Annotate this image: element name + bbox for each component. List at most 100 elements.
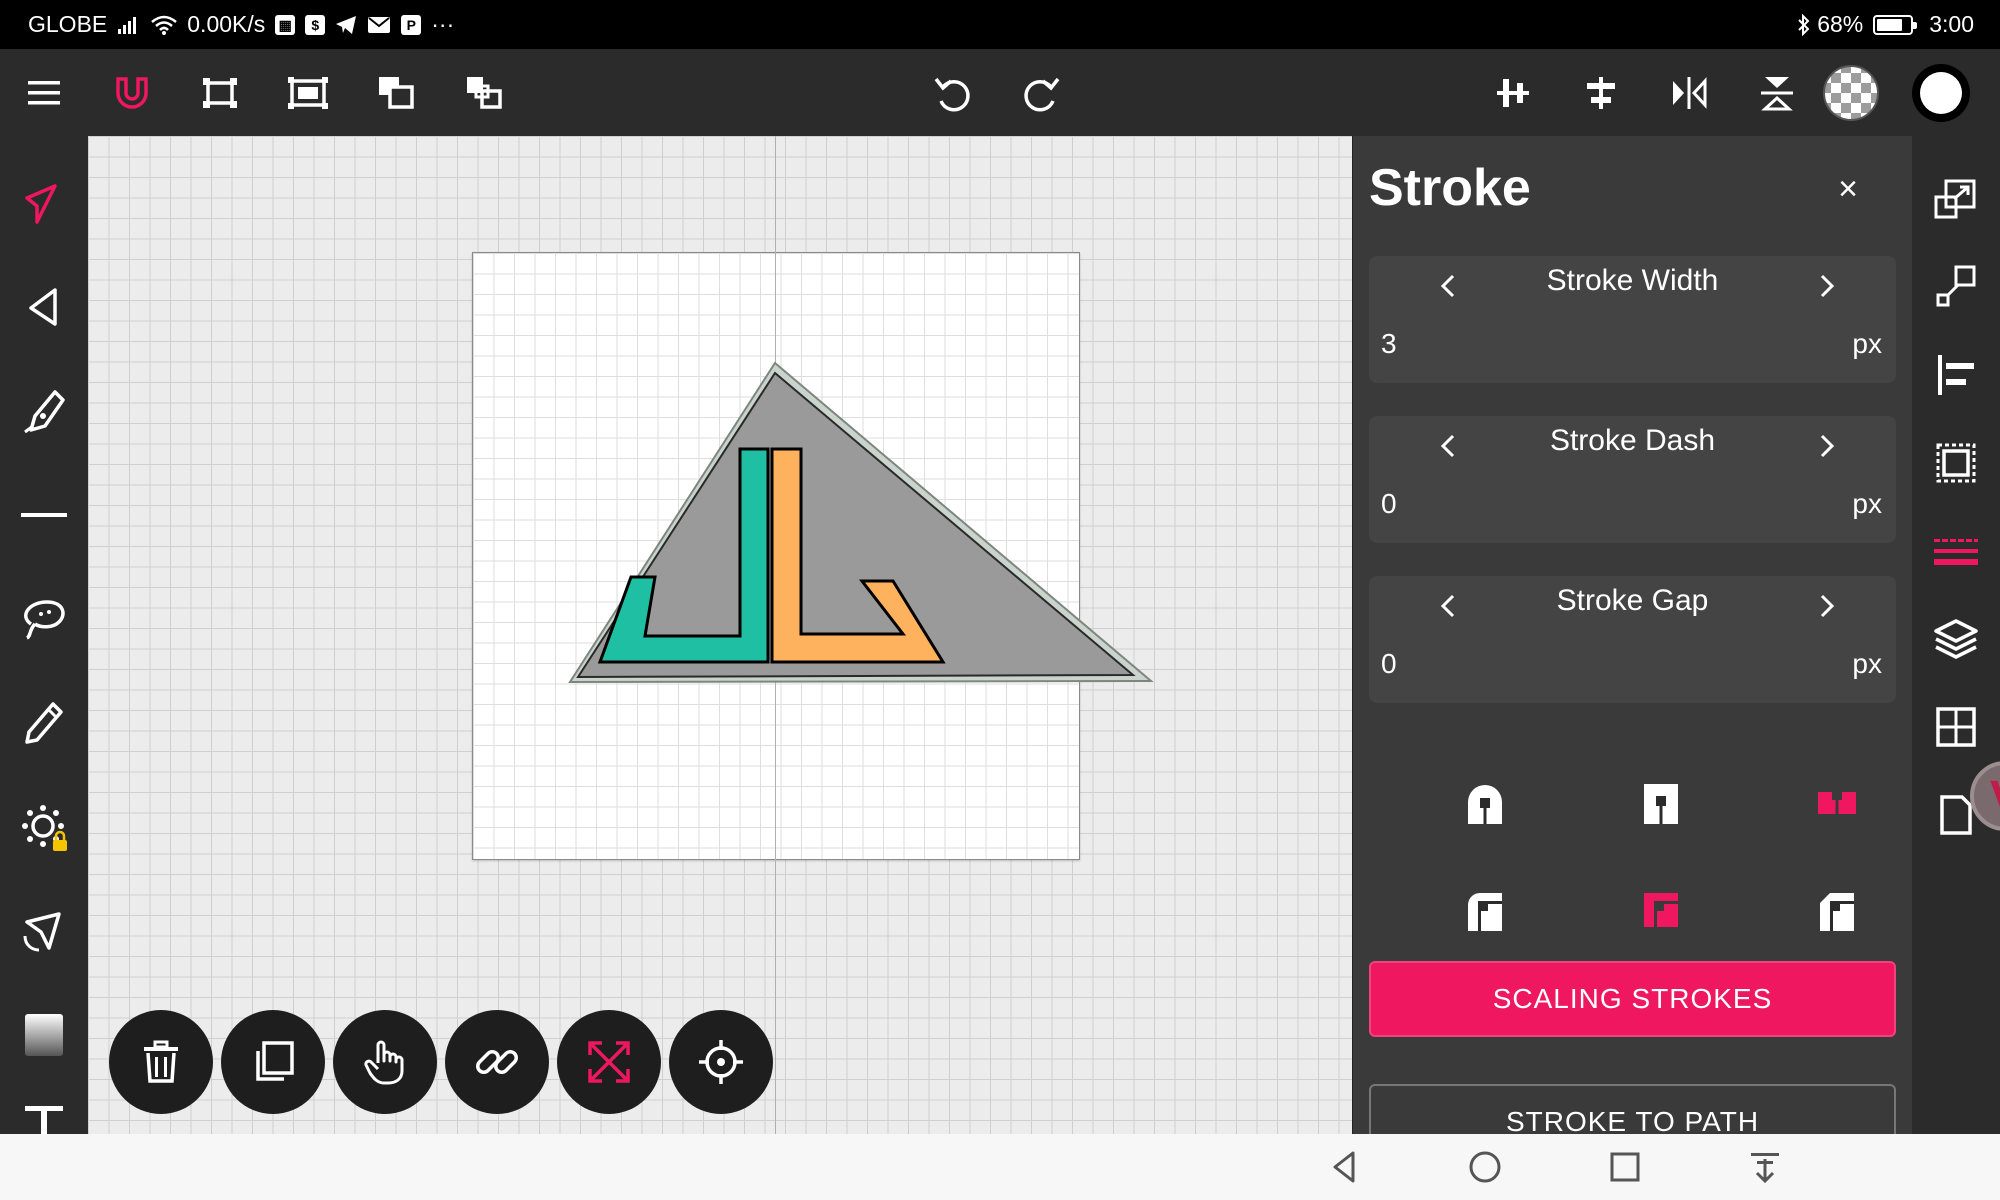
select-icon[interactable] [0, 158, 88, 248]
stroke-gap-unit: px [1852, 648, 1882, 679]
home-icon[interactable] [1450, 1134, 1520, 1200]
magnet-icon[interactable] [97, 49, 167, 136]
transform-icon[interactable] [1912, 243, 2000, 331]
pan-hand-button[interactable] [333, 1010, 437, 1114]
fill-transparent-swatch[interactable] [1818, 49, 1884, 136]
center-target-button[interactable] [669, 1010, 773, 1114]
bevel-join-icon [1820, 893, 1854, 931]
stroke-width-next-button[interactable] [1796, 256, 1856, 316]
menu-icon[interactable] [9, 49, 79, 136]
fit-artboard-icon[interactable] [273, 49, 343, 136]
battery-percent: 68% [1817, 11, 1864, 37]
expand-button[interactable] [557, 1010, 661, 1114]
line-icon[interactable] [0, 470, 88, 560]
chevron-right-icon [1820, 434, 1835, 458]
stroke-gap-card: Stroke Gap 0 px [1369, 576, 1896, 703]
stroke-gap-next-button[interactable] [1796, 576, 1856, 636]
redo-icon[interactable] [1006, 49, 1076, 136]
jl-triangle-logo[interactable] [88, 136, 1352, 1134]
p-app-icon: P [401, 14, 422, 35]
stroke-width-unit: px [1852, 328, 1882, 359]
stroke-gap-input[interactable]: 0 [1381, 648, 1397, 680]
stroke-color-swatch[interactable] [1906, 49, 1976, 136]
left-tool-rail [0, 136, 88, 1134]
arrange-back-icon[interactable] [449, 49, 519, 136]
duplicate-button[interactable] [221, 1010, 325, 1114]
drawing-canvas[interactable] [88, 136, 1352, 1134]
right-rail: V [1912, 136, 2000, 1134]
stroke-width-card: Stroke Width 3 px [1369, 256, 1896, 383]
stroke-width-input[interactable]: 3 [1381, 328, 1397, 360]
round-join-icon [1468, 893, 1502, 931]
more-notifications: ··· [431, 11, 455, 37]
direct-select-icon[interactable] [0, 262, 88, 352]
bluetooth-icon [1798, 13, 1810, 36]
scaling-strokes-button[interactable]: SCALING STROKES [1369, 961, 1896, 1037]
lasso-icon[interactable] [0, 574, 88, 664]
square-cap-icon [1818, 790, 1856, 814]
recents-icon[interactable] [1590, 1134, 1660, 1200]
miter-join-button[interactable] [1631, 880, 1691, 940]
link-button[interactable] [445, 1010, 549, 1114]
node-pen-icon[interactable] [0, 886, 88, 976]
undo-icon[interactable] [918, 49, 988, 136]
flip-horizontal-icon[interactable] [1654, 49, 1724, 136]
butt-cap-icon [1644, 784, 1678, 824]
align-vertical-center-icon[interactable] [1478, 49, 1548, 136]
pan-hand-icon [364, 1040, 404, 1085]
panel-title: Stroke [1369, 159, 1531, 217]
spiral-locked-icon[interactable] [0, 782, 88, 872]
round-cap-button[interactable] [1455, 773, 1515, 833]
gradient-icon[interactable] [0, 990, 88, 1080]
stroke-dash-next-button[interactable] [1796, 416, 1856, 476]
stroke-to-path-button[interactable]: STROKE TO PATH [1369, 1084, 1896, 1134]
square-cap-button[interactable] [1807, 773, 1867, 833]
link-icon [476, 1050, 518, 1074]
chevron-right-icon [1820, 274, 1835, 298]
dollar-icon: $ [305, 14, 326, 35]
miter-join-icon [1644, 893, 1678, 927]
boolean-icon[interactable] [1912, 419, 2000, 507]
duplicate-icon [256, 1041, 294, 1081]
chevron-right-icon [1820, 594, 1835, 618]
pencil-icon[interactable] [0, 678, 88, 768]
bevel-join-button[interactable] [1807, 880, 1867, 940]
align-horizontal-center-icon[interactable] [1566, 49, 1636, 136]
clock: 3:00 [1929, 11, 1974, 37]
expand-icon [588, 1041, 630, 1083]
arrange-front-icon[interactable] [361, 49, 431, 136]
delete-button[interactable] [109, 1010, 213, 1114]
stroke-icon[interactable] [1912, 507, 2000, 595]
signal-icon [118, 16, 137, 34]
app-grid-icon: ▦ [275, 14, 296, 35]
fit-selection-icon[interactable] [185, 49, 255, 136]
round-join-button[interactable] [1455, 880, 1515, 940]
center-target-icon [699, 1040, 743, 1084]
text-icon[interactable] [0, 1094, 88, 1134]
align-icon[interactable] [1912, 331, 2000, 419]
stroke-dash-unit: px [1852, 488, 1882, 519]
stroke-dash-input[interactable]: 0 [1381, 488, 1397, 520]
battery-icon [1873, 14, 1918, 35]
close-button[interactable]: × [1823, 164, 1873, 214]
layers-icon[interactable] [1912, 595, 2000, 683]
notification-shade-icon[interactable] [1730, 1134, 1800, 1200]
status-bar: GLOBE 0.00K/s ▦ $ P ··· 68% 3:00 [0, 0, 2000, 49]
stroke-dash-card: Stroke Dash 0 px [1369, 416, 1896, 543]
system-nav-bar [0, 1134, 2000, 1200]
butt-cap-button[interactable] [1631, 773, 1691, 833]
stroke-panel: Stroke × Stroke Width 3 px Stroke Dash 0… [1352, 136, 1912, 1134]
grid-icon[interactable] [1912, 683, 2000, 771]
back-icon[interactable] [1310, 1134, 1380, 1200]
telegram-icon [336, 15, 357, 34]
wifi-icon [151, 15, 178, 35]
round-cap-icon [1468, 785, 1502, 824]
mail-icon [368, 16, 391, 33]
pen-icon[interactable] [0, 366, 88, 456]
resize-icon[interactable] [1912, 155, 2000, 243]
top-toolbar [0, 49, 2000, 136]
network-speed: 0.00K/s [187, 11, 266, 37]
flip-vertical-icon[interactable] [1742, 49, 1812, 136]
carrier-name: GLOBE [28, 11, 108, 37]
delete-icon [144, 1040, 178, 1083]
